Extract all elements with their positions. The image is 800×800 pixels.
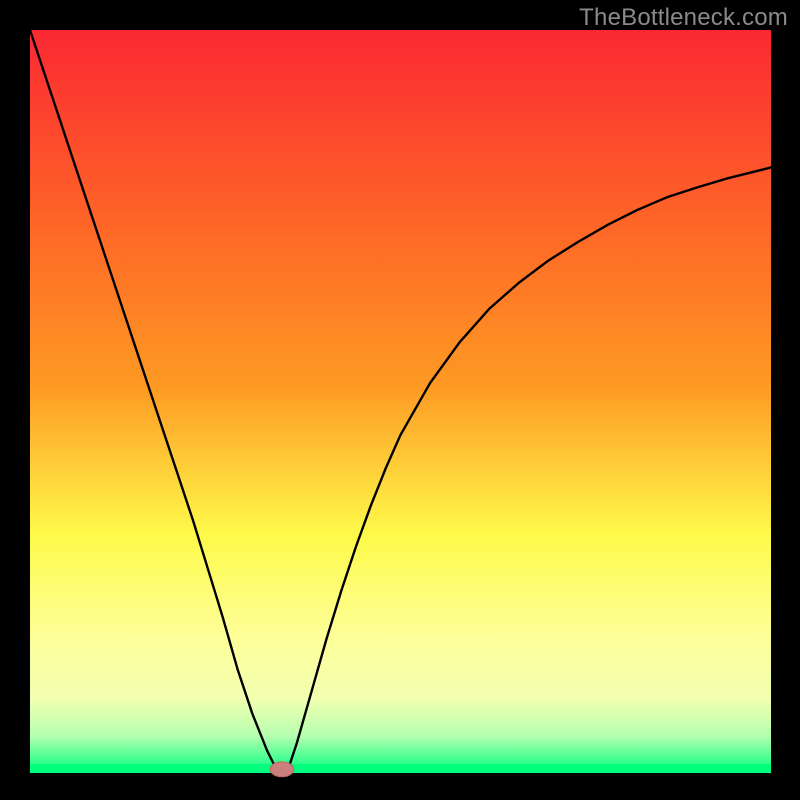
baseline-green-strip xyxy=(30,764,771,773)
watermark-label: TheBottleneck.com xyxy=(579,4,788,32)
minimum-marker xyxy=(270,762,294,777)
chart-container: TheBottleneck.com xyxy=(0,0,800,800)
plot-gradient-background xyxy=(30,30,771,773)
bottleneck-chart xyxy=(0,0,800,800)
